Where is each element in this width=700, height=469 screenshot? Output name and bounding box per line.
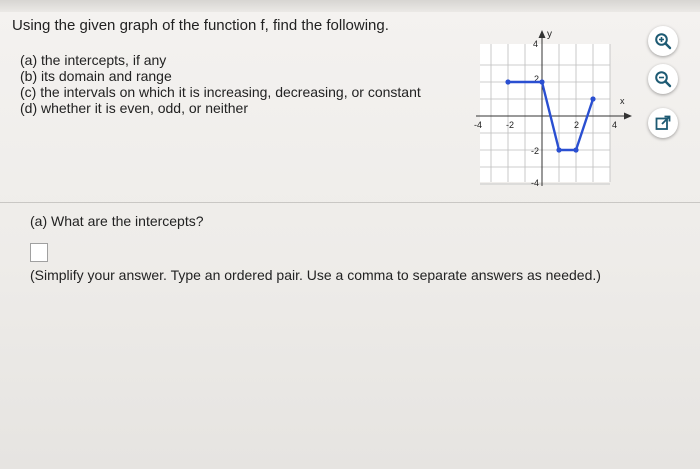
pop-out-icon <box>655 115 671 130</box>
function-point <box>573 147 579 153</box>
y-axis-label: y <box>547 29 552 40</box>
x-tick-label: -2 <box>506 120 514 130</box>
section-divider <box>0 202 700 203</box>
question-title: Using the given graph of the function f,… <box>12 17 389 34</box>
function-graph: x y -4 -2 2 4 4 2 -2 -4 <box>466 26 646 194</box>
pop-out-button[interactable] <box>648 108 678 138</box>
x-axis-label: x <box>620 96 625 106</box>
subquestion-label: (a) What are the intercepts? <box>30 213 204 229</box>
zoom-out-button[interactable] <box>648 64 678 94</box>
x-tick-label: 2 <box>574 120 579 130</box>
part-a: (a) the intercepts, if any <box>20 52 167 68</box>
function-point <box>505 79 511 85</box>
function-point <box>590 96 596 102</box>
zoom-in-button[interactable] <box>648 26 678 56</box>
intercepts-answer-input[interactable] <box>30 243 48 262</box>
part-b: (b) its domain and range <box>20 68 172 84</box>
function-point <box>539 79 545 85</box>
y-tick-label: -4 <box>531 178 539 188</box>
question-parts: (a) the intercepts, if any (b) its domai… <box>20 52 421 116</box>
x-tick-label: 4 <box>612 120 617 130</box>
answer-instruction: (Simplify your answer. Type an ordered p… <box>30 267 601 283</box>
y-tick-label: 4 <box>533 39 538 49</box>
part-d: (d) whether it is even, odd, or neither <box>20 100 249 116</box>
top-bar <box>0 0 700 12</box>
graph-canvas: x y -4 -2 2 4 4 2 -2 -4 <box>474 29 632 188</box>
zoom-in-icon <box>655 33 672 50</box>
x-axis-arrow <box>624 112 632 120</box>
part-c: (c) the intervals on which it is increas… <box>20 84 421 100</box>
x-tick-label: -4 <box>474 120 482 130</box>
y-axis-arrow <box>538 30 546 38</box>
y-tick-label: -2 <box>531 146 539 156</box>
function-point <box>556 147 562 153</box>
zoom-out-icon <box>655 71 672 88</box>
